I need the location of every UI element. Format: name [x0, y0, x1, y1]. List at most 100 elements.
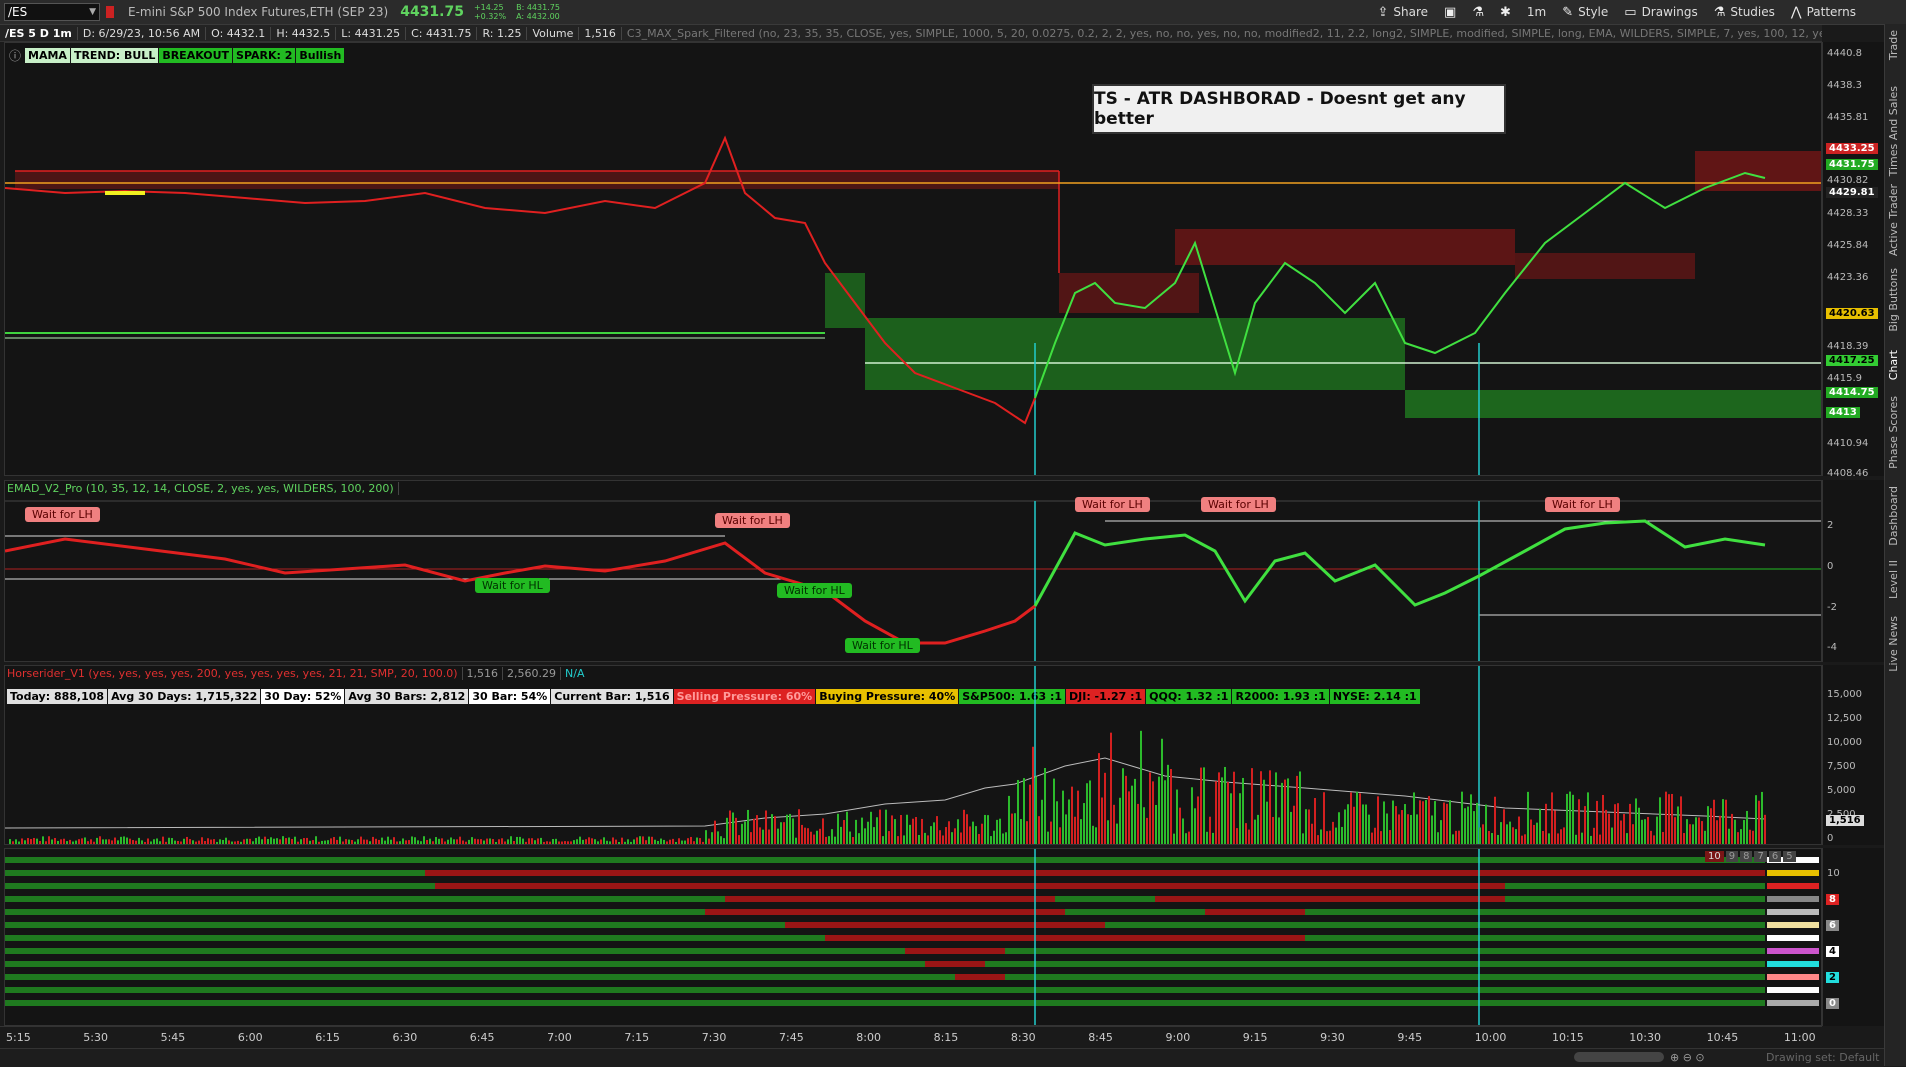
volume-bar: [1011, 813, 1013, 844]
volume-bar: [1341, 826, 1343, 844]
volume-bar: [909, 824, 911, 844]
tab-level-ii[interactable]: Level II: [1887, 560, 1900, 599]
volume-bar: [1719, 815, 1721, 844]
tab-active-trader[interactable]: Active Trader: [1887, 184, 1900, 256]
volume-bar: [1620, 820, 1622, 844]
emad-pane[interactable]: EMAD_V2_Pro (10, 35, 12, 14, CLOSE, 2, y…: [4, 480, 1822, 662]
volume-bar: [525, 841, 527, 844]
volume-bar: [1203, 767, 1205, 844]
volume-bar: [978, 833, 980, 844]
tab-dashboard[interactable]: Dashboard: [1887, 486, 1900, 546]
volume-axis-label: 10,000: [1827, 737, 1862, 748]
screenshot-button[interactable]: ▣: [1444, 5, 1456, 20]
banner-label[interactable]: TS - ATR DASHBORAD - Doesnt get any bett…: [1092, 84, 1506, 134]
volume-bar: [672, 838, 674, 844]
settings-button[interactable]: ✱: [1500, 5, 1511, 20]
zoom-icon[interactable]: ⊕ ⊖ ⊙: [1670, 1051, 1705, 1064]
share-button[interactable]: ⇪ Share: [1377, 5, 1428, 20]
info-icon[interactable]: ⓘ: [9, 47, 21, 64]
volume-pane[interactable]: Horserider_V1 (yes, yes, yes, yes, 200, …: [4, 665, 1822, 845]
volume-bar: [1152, 781, 1154, 844]
volume-axis[interactable]: 15,000 12,500 10,000 7,500 5,000 2,500 1…: [1822, 665, 1884, 845]
volume-bar: [240, 841, 242, 844]
volume-bar: [1230, 793, 1232, 844]
volume-bar: [162, 836, 164, 844]
tab-phase-scores[interactable]: Phase Scores: [1887, 396, 1900, 469]
pill-wait-lh: Wait for LH: [25, 507, 100, 522]
volume-bar: [819, 828, 821, 844]
volume-bar: [993, 830, 995, 844]
volume-bar: [1140, 730, 1142, 844]
volume-bar: [459, 836, 461, 844]
volume-bar: [1002, 833, 1004, 844]
horizontal-scrollbar[interactable]: [1574, 1052, 1664, 1062]
volume-bar: [621, 837, 623, 844]
volume-bar: [1254, 819, 1256, 844]
tab-times-and-sales[interactable]: Times And Sales: [1887, 86, 1900, 176]
time-axis-label: 6:15: [315, 1031, 340, 1044]
style-button[interactable]: ✎ Style: [1562, 5, 1608, 20]
volume-bar: [93, 841, 95, 844]
volume-bar: [972, 821, 974, 844]
volume-bar: [765, 810, 767, 844]
study-description[interactable]: C3_MAX_Spark_Filtered (no, 23, 35, 35, C…: [622, 27, 1822, 40]
volume-bar: [513, 840, 515, 844]
link-color-icon[interactable]: [106, 6, 114, 18]
volume-bar: [1557, 833, 1559, 844]
volume-bar: [12, 841, 14, 844]
style-label: Style: [1578, 5, 1609, 19]
volume-axis-label: 0: [1827, 833, 1834, 844]
volume-bar: [612, 837, 614, 844]
chevron-down-icon[interactable]: ▼: [89, 7, 96, 17]
volume-label: Volume: [527, 26, 580, 40]
volume-bar: [1734, 819, 1736, 844]
volume-bar: [1095, 827, 1097, 844]
drawing-set-label[interactable]: Drawing set: Default: [1766, 1051, 1879, 1064]
tab-live-news[interactable]: Live News: [1887, 616, 1900, 672]
volume-bar: [1446, 803, 1448, 844]
time-axis[interactable]: 5:15 5:30 5:45 6:00 6:15 6:30 6:45 7:00 7:15 7:30…: [0, 1026, 1822, 1049]
emad-bull: [1033, 519, 1766, 607]
interval-button[interactable]: 1m: [1527, 5, 1546, 19]
volume-bar: [147, 838, 149, 844]
volume-bar: [1671, 793, 1673, 844]
symbol-interval[interactable]: /ES 5 D 1m: [0, 26, 78, 40]
badge-breakout: BREAKOUT: [159, 48, 233, 63]
symbol-input[interactable]: /ES ▼: [4, 3, 100, 21]
volume-bar: [1104, 772, 1106, 844]
tab-trade[interactable]: Trade: [1887, 30, 1900, 60]
volume-bar: [78, 839, 80, 844]
volume-bar: [870, 811, 872, 844]
dashboard-axis-tag: 4: [1826, 946, 1839, 957]
volume-bar: [381, 837, 383, 844]
volume-bar: [567, 841, 569, 844]
volume-bar: [1452, 834, 1454, 844]
price-axis[interactable]: 4440.8 4438.3 4435.81 4433.25 4431.75 44…: [1822, 42, 1884, 479]
emad-axis[interactable]: 2 0 -2 -4: [1822, 480, 1884, 662]
volume-bar: [1371, 832, 1373, 844]
atr-dashboard-pane[interactable]: 10 9 8 7 6 5: [4, 848, 1822, 1026]
tab-chart[interactable]: Chart: [1887, 350, 1900, 380]
volume-bar: [57, 840, 59, 844]
time-axis-label: 5:15: [6, 1031, 31, 1044]
volume-bar: [906, 814, 908, 844]
volume-bar: [768, 829, 770, 844]
studies-button[interactable]: ⚗ Studies: [1714, 5, 1775, 20]
price-pane[interactable]: ⓘ MAMA TREND: BULL BREAKOUT SPARK: 2 Bul…: [4, 42, 1822, 476]
volume-bar: [1647, 816, 1649, 844]
flask-button[interactable]: ⚗: [1472, 5, 1484, 20]
volume-bar: [498, 839, 500, 844]
volume-bar: [1656, 816, 1658, 844]
volume-bar: [657, 840, 659, 844]
gear-icon: ✱: [1499, 4, 1511, 20]
volume-bar: [804, 827, 806, 844]
drawings-button[interactable]: ▭ Drawings: [1624, 5, 1697, 20]
tab-big-buttons[interactable]: Big Buttons: [1887, 268, 1900, 332]
patterns-button[interactable]: ⋀ Patterns: [1791, 5, 1856, 20]
dashboard-row-swatch: [1767, 922, 1819, 928]
volume-bar: [1200, 767, 1202, 844]
dashboard-axis[interactable]: 10 8 6 4 2 0: [1822, 848, 1884, 1026]
volume-bar: [1344, 809, 1346, 844]
time-axis-label: 10:00: [1474, 1031, 1507, 1044]
volume-bar: [1749, 829, 1751, 844]
